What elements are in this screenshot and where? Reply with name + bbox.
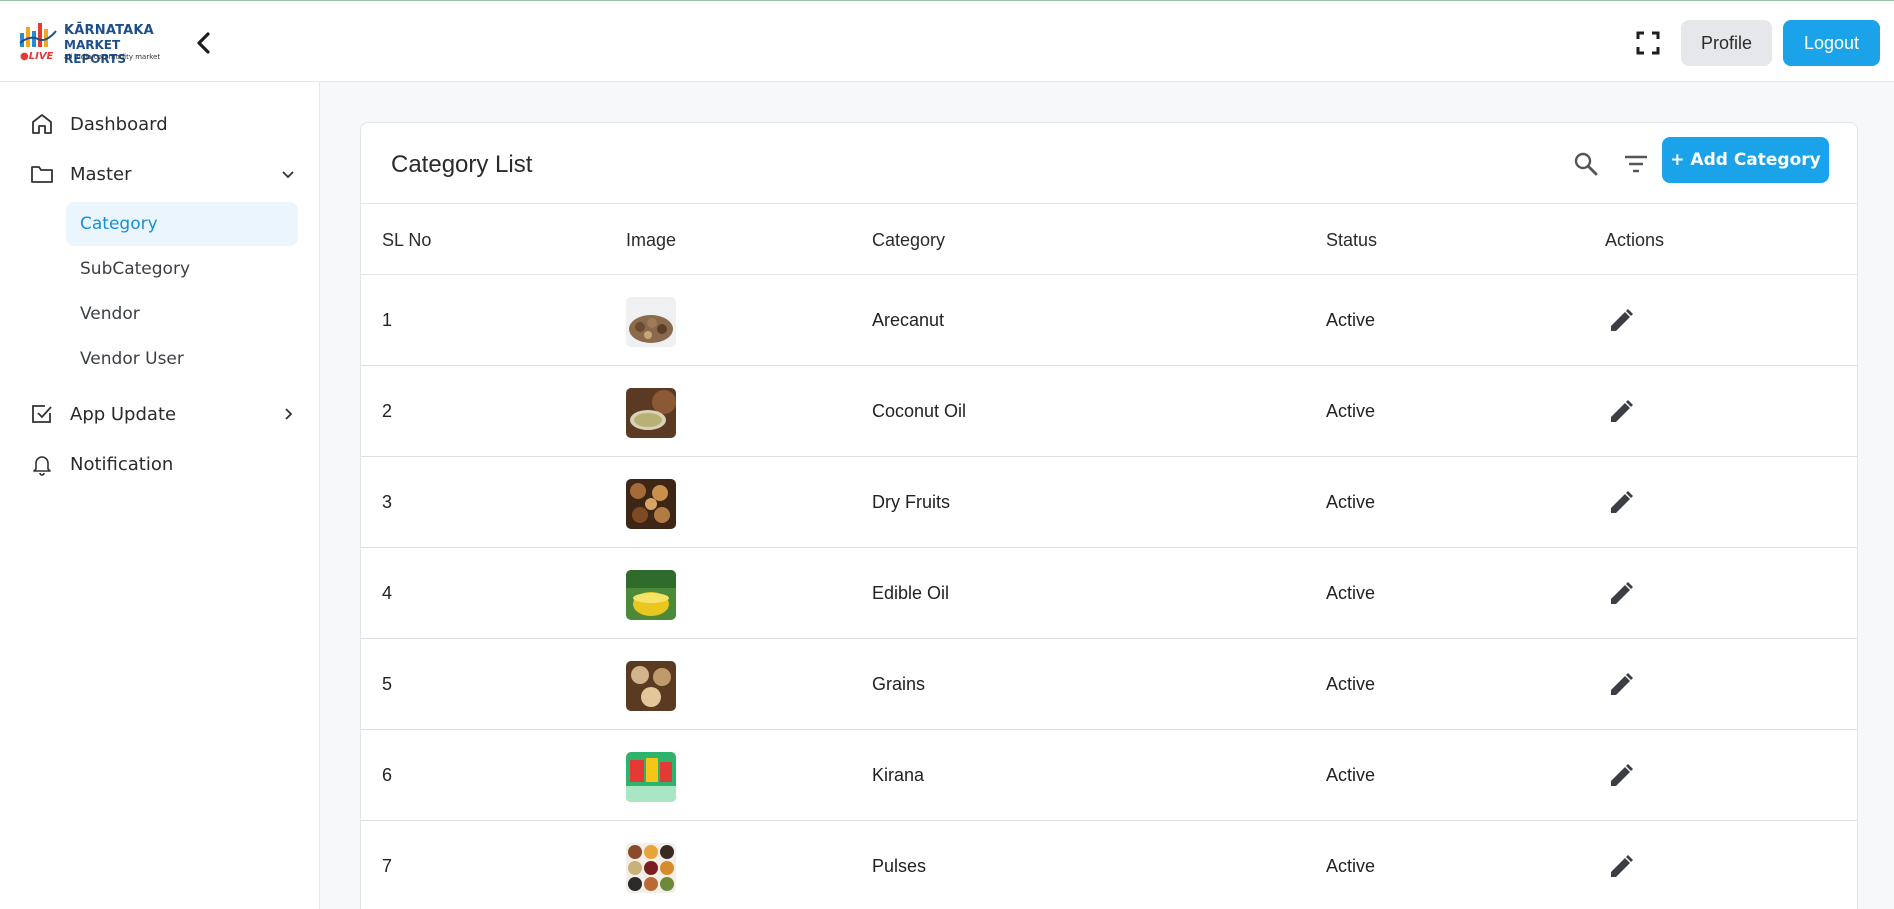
fullscreen-icon bbox=[1636, 31, 1660, 55]
status-cell: Active bbox=[1326, 583, 1376, 603]
filter-button[interactable] bbox=[1621, 149, 1651, 179]
sidebar-subitem-subcategory[interactable]: SubCategory bbox=[66, 247, 298, 291]
folder-icon bbox=[28, 160, 56, 188]
pencil-icon bbox=[1611, 582, 1633, 604]
app-logo[interactable]: ●LIVE KĀRNATAKA MARKET REPORTS all india… bbox=[18, 21, 168, 66]
sidebar-item-dashboard[interactable]: Dashboard bbox=[28, 104, 298, 144]
profile-button[interactable]: Profile bbox=[1681, 20, 1772, 66]
logo-live-badge: ●LIVE bbox=[20, 51, 54, 62]
edit-button[interactable] bbox=[1606, 488, 1636, 518]
edit-button[interactable] bbox=[1606, 306, 1636, 336]
logo-tagline: all india commodity market bbox=[64, 53, 161, 61]
category-cell: Dry Fruits bbox=[872, 492, 950, 512]
chevron-right-icon bbox=[285, 408, 293, 420]
category-cell: Coconut Oil bbox=[872, 401, 967, 421]
status-cell: Active bbox=[1326, 674, 1376, 694]
sidebar-subitem-vendor-user[interactable]: Vendor User bbox=[66, 337, 298, 381]
status-cell: Active bbox=[1326, 492, 1376, 512]
sidebar-item-label: App Update bbox=[70, 403, 177, 425]
pencil-icon bbox=[1611, 764, 1633, 786]
checkbox-icon bbox=[28, 400, 56, 428]
chevron-down-icon bbox=[282, 171, 294, 179]
table-row: 5 Grains Active bbox=[361, 639, 1857, 730]
sl-no-cell: 1 bbox=[382, 310, 393, 330]
search-button[interactable] bbox=[1571, 149, 1601, 179]
status-cell: Active bbox=[1326, 401, 1376, 421]
edit-button[interactable] bbox=[1606, 579, 1636, 609]
edit-button[interactable] bbox=[1606, 852, 1636, 882]
fullscreen-button[interactable] bbox=[1634, 29, 1662, 57]
edit-button[interactable] bbox=[1606, 670, 1636, 700]
column-header: Status bbox=[1326, 230, 1378, 250]
sidebar-item-master[interactable]: Master bbox=[28, 154, 298, 194]
table-row: 1 Arecanut Active bbox=[361, 275, 1857, 366]
pencil-icon bbox=[1611, 400, 1633, 422]
sidebar-item-label: Master bbox=[70, 163, 132, 185]
category-list-card: Category List + Add Category SL No Image… bbox=[360, 122, 1858, 909]
category-cell: Grains bbox=[872, 674, 926, 694]
logo-title-line1: KĀRNATAKA bbox=[64, 23, 154, 38]
category-image-kirana bbox=[626, 752, 676, 802]
sidebar-item-notification[interactable]: Notification bbox=[28, 444, 298, 484]
table-row: 2 Coconut Oil Active bbox=[361, 366, 1857, 457]
sidebar-item-label: Dashboard bbox=[70, 113, 168, 135]
logo-title-line2: MARKET REPORTS bbox=[64, 38, 126, 66]
category-image-edible-oil bbox=[626, 570, 676, 620]
status-cell: Active bbox=[1326, 765, 1376, 785]
sl-no-cell: 2 bbox=[382, 401, 393, 421]
status-cell: Active bbox=[1326, 856, 1376, 876]
home-icon bbox=[28, 110, 56, 138]
sidebar-item-app-update[interactable]: App Update bbox=[28, 394, 298, 434]
sl-no-cell: 7 bbox=[382, 856, 393, 876]
sl-no-cell: 4 bbox=[382, 583, 393, 603]
logo-chart-icon bbox=[19, 23, 57, 47]
sidebar-subitem-vendor[interactable]: Vendor bbox=[66, 292, 298, 336]
category-cell: Arecanut bbox=[872, 310, 945, 330]
bell-icon bbox=[28, 450, 56, 478]
sidebar-collapse-button[interactable] bbox=[192, 29, 216, 57]
column-header: Actions bbox=[1605, 230, 1665, 250]
table-header: SL No Image Category Status Actions bbox=[361, 203, 1857, 275]
column-header: Image bbox=[626, 230, 677, 250]
table-row: 7 Pulses Active bbox=[361, 821, 1857, 909]
chevron-left-icon bbox=[197, 32, 210, 54]
sidebar-item-label: Notification bbox=[70, 453, 174, 475]
category-image-pulses bbox=[626, 843, 676, 893]
column-header: Category bbox=[872, 230, 946, 250]
sidebar: Dashboard Master Category SubCategory Ve… bbox=[0, 82, 320, 909]
page-title: Category List bbox=[391, 151, 533, 178]
category-image-coconut-oil bbox=[626, 388, 676, 438]
search-icon bbox=[1574, 152, 1598, 176]
table-row: 6 Kirana Active bbox=[361, 730, 1857, 821]
logout-button[interactable]: Logout bbox=[1783, 20, 1880, 66]
pencil-icon bbox=[1611, 491, 1633, 513]
edit-button[interactable] bbox=[1606, 761, 1636, 791]
edit-button[interactable] bbox=[1606, 397, 1636, 427]
pencil-icon bbox=[1611, 673, 1633, 695]
category-image-arecanut bbox=[626, 297, 676, 347]
table-row: 3 Dry Fruits Active bbox=[361, 457, 1857, 548]
category-image-dry-fruits bbox=[626, 479, 676, 529]
filter-icon bbox=[1625, 155, 1647, 173]
table-row: 4 Edible Oil Active bbox=[361, 548, 1857, 639]
column-header: SL No bbox=[382, 230, 432, 250]
category-image-grains bbox=[626, 661, 676, 711]
add-category-button[interactable]: + Add Category bbox=[1662, 137, 1829, 183]
sl-no-cell: 5 bbox=[382, 674, 393, 694]
sl-no-cell: 6 bbox=[382, 765, 393, 785]
pencil-icon bbox=[1611, 309, 1633, 331]
pencil-icon bbox=[1611, 855, 1633, 877]
category-cell: Edible Oil bbox=[872, 583, 950, 603]
category-cell: Pulses bbox=[872, 856, 927, 876]
top-header: ●LIVE KĀRNATAKA MARKET REPORTS all india… bbox=[0, 0, 1894, 82]
sidebar-subitem-category[interactable]: Category bbox=[66, 202, 298, 246]
status-cell: Active bbox=[1326, 310, 1376, 330]
sl-no-cell: 3 bbox=[382, 492, 393, 512]
category-cell: Kirana bbox=[872, 765, 925, 785]
